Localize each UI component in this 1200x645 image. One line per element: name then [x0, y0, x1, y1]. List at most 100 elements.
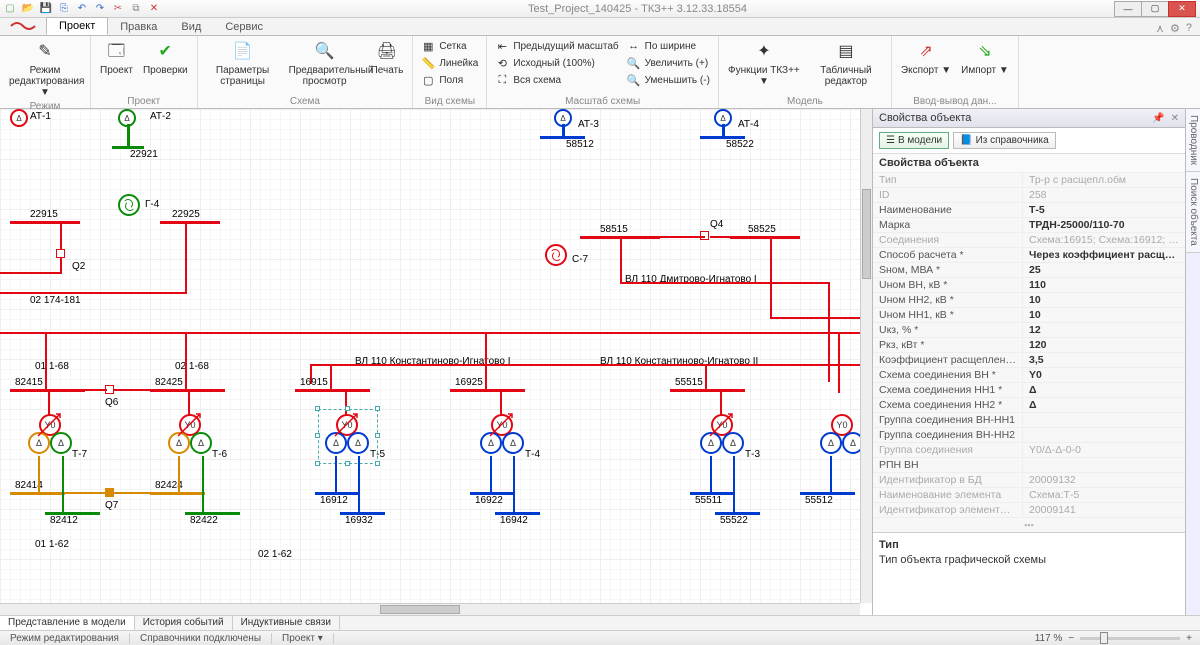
tab-view[interactable]: Вид — [169, 19, 213, 35]
property-row[interactable]: МаркаТРДН-25000/110-70 — [873, 218, 1185, 233]
zoom-slider[interactable] — [1080, 637, 1180, 640]
prop-value[interactable]: 20009132 — [1023, 473, 1185, 487]
preview-button[interactable]: 🔍Предварительный просмотр — [286, 38, 364, 89]
property-row[interactable]: Sном, МВА *25 — [873, 263, 1185, 278]
prop-value[interactable]: Схема:16915; Схема:16912; Схем... — [1023, 233, 1185, 247]
zoom-out-icon[interactable]: − — [1068, 633, 1074, 644]
reset-scale-button[interactable]: ⟲Исходный (100%) — [493, 55, 620, 71]
property-row[interactable]: Uном ВН, кВ *110 — [873, 278, 1185, 293]
prop-value[interactable]: Схема:Т-5 — [1023, 488, 1185, 502]
property-row[interactable]: Группа соединенияY0/Δ-Δ-0-0 — [873, 443, 1185, 458]
bus-16915[interactable] — [295, 389, 370, 392]
vertical-scrollbar[interactable] — [860, 109, 872, 603]
property-grid[interactable]: ТипТр-р с расщепл.обмID258НаименованиеТ-… — [873, 173, 1185, 518]
in-model-button[interactable]: ☰В модели — [879, 132, 949, 149]
property-row[interactable]: ID258 — [873, 188, 1185, 203]
qat-open-icon[interactable]: 📂 — [22, 3, 34, 15]
ruler-toggle[interactable]: 📏Линейка — [419, 55, 480, 71]
minimize-button[interactable]: — — [1114, 1, 1142, 17]
zoom-in-icon[interactable]: + — [1186, 633, 1192, 644]
prop-value[interactable]: 120 — [1023, 338, 1185, 352]
prop-value[interactable]: 10 — [1023, 293, 1185, 307]
prop-value[interactable]: 10 — [1023, 308, 1185, 322]
zoom-out-button[interactable]: 🔍Уменьшить (-) — [625, 72, 712, 88]
transformer-t7[interactable]: Y0 Δ Δ — [28, 414, 72, 458]
tab-edit[interactable]: Правка — [108, 19, 169, 35]
project-button[interactable]: 🗔Проект — [97, 38, 136, 78]
sel-handle[interactable] — [375, 461, 380, 466]
prop-value[interactable]: 3,5 — [1023, 353, 1185, 367]
bus-82424[interactable] — [150, 492, 205, 495]
generator-c7[interactable] — [545, 244, 567, 266]
property-row[interactable]: Ркз, кВт *120 — [873, 338, 1185, 353]
sel-handle[interactable] — [375, 406, 380, 411]
bus-82414[interactable] — [10, 492, 65, 495]
export-button[interactable]: ⇗Экспорт ▼ — [898, 38, 954, 78]
collapse-ribbon-icon[interactable]: ⋏ — [1156, 22, 1164, 35]
btab-inductive[interactable]: Индуктивные связи — [233, 616, 340, 630]
transformer-t4[interactable]: Y0 Δ Δ — [480, 414, 524, 458]
prop-value[interactable]: 110 — [1023, 278, 1185, 292]
close-panel-icon[interactable]: ✕ — [1171, 113, 1179, 124]
prop-value[interactable]: Т-5 — [1023, 203, 1185, 217]
breaker-q2[interactable] — [56, 249, 65, 258]
grid-resizer[interactable]: ▪▪▪ — [873, 518, 1185, 532]
checks-button[interactable]: ✔Проверки — [140, 38, 191, 78]
fit-all-button[interactable]: ⛶Вся схема — [493, 72, 620, 88]
scroll-thumb[interactable] — [380, 605, 460, 614]
sel-handle[interactable] — [315, 433, 320, 438]
qat-undo-icon[interactable]: ↶ — [76, 3, 88, 15]
property-row[interactable]: Uкз, % *12 — [873, 323, 1185, 338]
qat-saveall-icon[interactable]: ⎘ — [58, 3, 70, 15]
qat-save-icon[interactable]: 💾 — [40, 3, 52, 15]
property-row[interactable]: Способ расчета *Через коэффициент расщеп… — [873, 248, 1185, 263]
close-button[interactable]: ✕ — [1168, 1, 1196, 17]
tkz-functions-button[interactable]: ✦Функции ТКЗ++ ▼ — [725, 38, 803, 89]
prop-value[interactable]: Y0/Δ-Δ-0-0 — [1023, 443, 1185, 457]
prop-value[interactable]: 12 — [1023, 323, 1185, 337]
page-params-button[interactable]: 📄Параметры страницы — [204, 38, 282, 89]
grid-toggle[interactable]: ▦Сетка — [419, 38, 480, 54]
margins-toggle[interactable]: ▢Поля — [419, 72, 480, 88]
edit-mode-button[interactable]: ✎ Режим редактирования ▼ — [6, 38, 84, 100]
property-row[interactable]: Uном НН1, кВ *10 — [873, 308, 1185, 323]
fit-width-button[interactable]: ↔По ширине — [625, 38, 712, 54]
transformer-t3[interactable]: Y0 Δ Δ — [700, 414, 744, 458]
bus-58525[interactable] — [730, 236, 800, 239]
tab-project[interactable]: Проект — [46, 17, 108, 35]
tab-service[interactable]: Сервис — [213, 19, 275, 35]
property-row[interactable]: Схема соединения ВН *Y0 — [873, 368, 1185, 383]
qat-delete-icon[interactable]: ✕ — [148, 3, 160, 15]
sel-handle[interactable] — [345, 406, 350, 411]
pin-icon[interactable]: 📌 — [1152, 113, 1164, 124]
prop-value[interactable]: Тр-р с расщепл.обм — [1023, 173, 1185, 187]
property-row[interactable]: СоединенияСхема:16915; Схема:16912; Схем… — [873, 233, 1185, 248]
transformer-t6[interactable]: Y0 Δ Δ — [168, 414, 212, 458]
bus-16925[interactable] — [450, 389, 525, 392]
slider-thumb[interactable] — [1100, 632, 1108, 644]
prop-value[interactable]: Δ — [1023, 398, 1185, 412]
qat-new-icon[interactable]: ▢ — [4, 3, 16, 15]
status-project[interactable]: Проект ▾ — [272, 633, 334, 644]
prop-value[interactable]: Y0 — [1023, 368, 1185, 382]
schematic-canvas[interactable]: АТ-1 Δ АТ-2 Δ 22921 Г-4 22915 22925 Q2 0… — [0, 109, 860, 603]
side-tab-explorer[interactable]: Проводник — [1186, 109, 1200, 172]
property-row[interactable]: Uном НН2, кВ *10 — [873, 293, 1185, 308]
transformer-right[interactable]: Y0 Δ Δ — [820, 414, 864, 458]
prop-value[interactable] — [1023, 413, 1185, 427]
property-row[interactable]: Группа соединения ВН-НН2 — [873, 428, 1185, 443]
settings-icon[interactable]: ⚙ — [1170, 22, 1180, 35]
prop-value[interactable] — [1023, 428, 1185, 442]
sel-handle[interactable] — [315, 406, 320, 411]
property-row[interactable]: Коэффициент расщепления3,5 — [873, 353, 1185, 368]
property-row[interactable]: Идентификатор элемента в БД20009141 — [873, 503, 1185, 518]
maximize-button[interactable]: ▢ — [1141, 1, 1169, 17]
bus-22925[interactable] — [160, 221, 220, 224]
from-reference-button[interactable]: 📘Из справочника — [953, 132, 1056, 149]
zoom-in-button[interactable]: 🔍Увеличить (+) — [625, 55, 712, 71]
sel-handle[interactable] — [345, 461, 350, 466]
bus-22915[interactable] — [10, 221, 80, 224]
prop-value[interactable] — [1023, 458, 1185, 472]
prop-value[interactable]: 20009141 — [1023, 503, 1185, 517]
bus-55515[interactable] — [670, 389, 745, 392]
